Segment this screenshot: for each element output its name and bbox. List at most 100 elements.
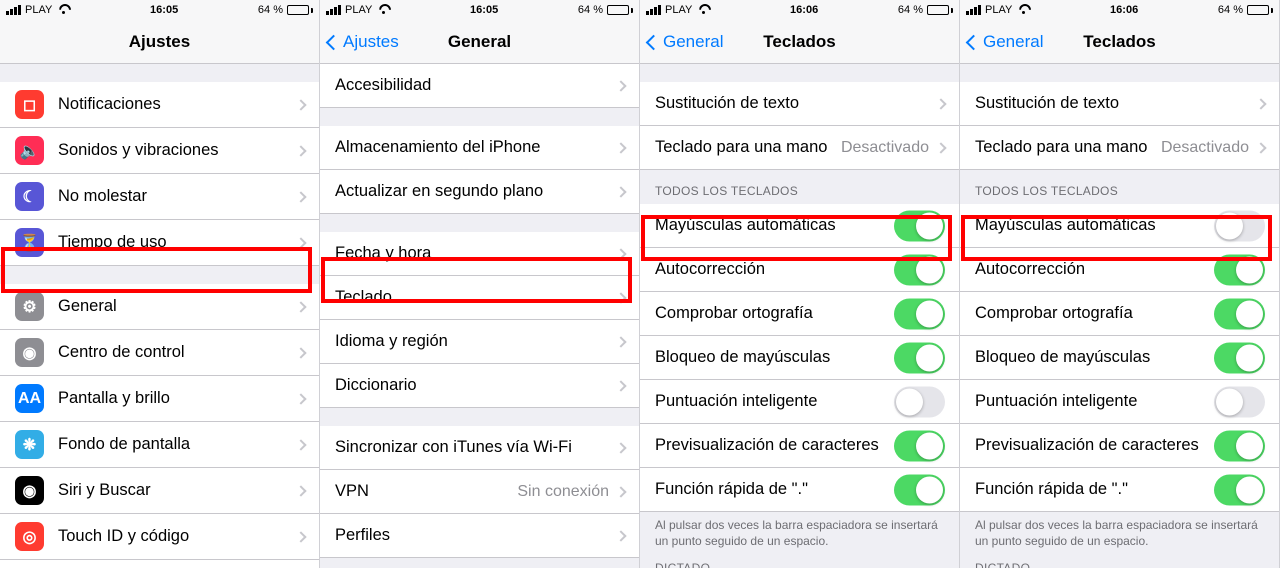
- row-background-refresh[interactable]: Actualizar en segundo plano: [320, 170, 639, 214]
- general-list[interactable]: Accesibilidad Almacenamiento del iPhone …: [320, 64, 639, 568]
- row-autocorrect[interactable]: Autocorrección: [960, 248, 1279, 292]
- row-wallpaper[interactable]: ❋Fondo de pantalla: [0, 422, 319, 468]
- toggle-capslock[interactable]: [1214, 342, 1265, 373]
- chevron-right-icon: [615, 336, 626, 347]
- toggle-preview[interactable]: [1214, 430, 1265, 461]
- chevron-right-icon: [935, 98, 946, 109]
- row-display[interactable]: AAPantalla y brillo: [0, 376, 319, 422]
- toggle-preview[interactable]: [894, 430, 945, 461]
- vpn-value: Sin conexión: [517, 483, 609, 501]
- toggle-capslock[interactable]: [894, 342, 945, 373]
- row-touchid[interactable]: ◎ Touch ID y código: [0, 514, 319, 560]
- chevron-right-icon: [615, 442, 626, 453]
- label: Bloqueo de mayúsculas: [975, 348, 1150, 367]
- back-button[interactable]: General: [648, 20, 723, 64]
- label: No molestar: [58, 187, 147, 206]
- row-capslock[interactable]: Bloqueo de mayúsculas: [640, 336, 959, 380]
- notifications-icon: ◻︎: [15, 90, 44, 119]
- row-preview[interactable]: Previsualización de caracteres: [960, 424, 1279, 468]
- chevron-right-icon: [295, 191, 306, 202]
- row-storage[interactable]: Almacenamiento del iPhone: [320, 126, 639, 170]
- fingerprint-icon: ◎: [15, 522, 44, 551]
- row-one-handed[interactable]: Teclado para una manoDesactivado: [640, 126, 959, 170]
- section-all-keyboards: TODOS LOS TECLADOS: [640, 170, 959, 204]
- toggle-spellcheck[interactable]: [894, 298, 945, 329]
- chevron-right-icon: [615, 530, 626, 541]
- chevron-right-icon: [615, 142, 626, 153]
- label: VPN: [335, 482, 369, 501]
- chevron-right-icon: [295, 485, 306, 496]
- chevron-right-icon: [295, 439, 306, 450]
- toggle-autocaps[interactable]: [894, 210, 945, 241]
- row-text-replacement[interactable]: Sustitución de texto: [960, 82, 1279, 126]
- toggle-autocorrect[interactable]: [1214, 254, 1265, 285]
- wallpaper-icon: ❋: [15, 430, 44, 459]
- row-dictionary[interactable]: Diccionario: [320, 364, 639, 408]
- pane-teclados-off: PLAY 16:06 64 % General Teclados Sustitu…: [960, 0, 1280, 568]
- settings-list[interactable]: ◻︎Notificaciones 🔈Sonidos y vibraciones …: [0, 64, 319, 568]
- row-smartpunct[interactable]: Puntuación inteligente: [640, 380, 959, 424]
- status-bar: PLAY 16:06 64 %: [640, 0, 959, 20]
- label: Comprobar ortografía: [975, 304, 1133, 323]
- row-spellcheck[interactable]: Comprobar ortografía: [640, 292, 959, 336]
- row-notifications[interactable]: ◻︎Notificaciones: [0, 82, 319, 128]
- keyboard-list[interactable]: Sustitución de texto Teclado para una ma…: [960, 64, 1279, 568]
- row-autocaps[interactable]: Mayúsculas automáticas: [960, 204, 1279, 248]
- toggle-spellcheck[interactable]: [1214, 298, 1265, 329]
- row-autocaps[interactable]: Mayúsculas automáticas: [640, 204, 959, 248]
- row-keyboard[interactable]: Teclado: [320, 276, 639, 320]
- row-smartpunct[interactable]: Puntuación inteligente: [960, 380, 1279, 424]
- row-autocorrect[interactable]: Autocorrección: [640, 248, 959, 292]
- row-vpn[interactable]: VPN Sin conexión: [320, 470, 639, 514]
- row-general[interactable]: ⚙︎General: [0, 284, 319, 330]
- row-itunes-wifi[interactable]: Sincronizar con iTunes vía Wi-Fi: [320, 426, 639, 470]
- row-sounds[interactable]: 🔈Sonidos y vibraciones: [0, 128, 319, 174]
- nav-bar: Ajustes: [0, 20, 319, 64]
- row-datetime[interactable]: Fecha y hora: [320, 232, 639, 276]
- one-handed-value: Desactivado: [1161, 139, 1249, 157]
- chevron-right-icon: [615, 486, 626, 497]
- chevron-right-icon: [615, 248, 626, 259]
- hourglass-icon: ⏳: [15, 228, 44, 257]
- chevron-right-icon: [295, 145, 306, 156]
- toggle-smartpunct[interactable]: [894, 386, 945, 417]
- toggle-shortcut[interactable]: [894, 474, 945, 505]
- row-capslock[interactable]: Bloqueo de mayúsculas: [960, 336, 1279, 380]
- row-spellcheck[interactable]: Comprobar ortografía: [960, 292, 1279, 336]
- back-button[interactable]: Ajustes: [328, 20, 399, 64]
- one-handed-value: Desactivado: [841, 139, 929, 157]
- label: Touch ID y código: [58, 527, 189, 546]
- toggle-autocaps[interactable]: [1214, 210, 1265, 241]
- label: Mayúsculas automáticas: [975, 216, 1156, 235]
- row-control-center[interactable]: ◉Centro de control: [0, 330, 319, 376]
- chevron-right-icon: [295, 347, 306, 358]
- row-dnd[interactable]: ☾No molestar: [0, 174, 319, 220]
- toggle-smartpunct[interactable]: [1214, 386, 1265, 417]
- label: Pantalla y brillo: [58, 389, 170, 408]
- keyboard-list[interactable]: Sustitución de texto Teclado para una ma…: [640, 64, 959, 568]
- toggle-shortcut[interactable]: [1214, 474, 1265, 505]
- row-shortcut[interactable]: Función rápida de ".": [640, 468, 959, 512]
- row-preview[interactable]: Previsualización de caracteres: [640, 424, 959, 468]
- row-sos[interactable]: SOSEmergencia SOS: [0, 560, 319, 568]
- label: Actualizar en segundo plano: [335, 182, 543, 201]
- chevron-left-icon: [326, 34, 342, 50]
- battery-icon: [1247, 5, 1273, 15]
- row-text-replacement[interactable]: Sustitución de texto: [640, 82, 959, 126]
- row-shortcut[interactable]: Función rápida de ".": [960, 468, 1279, 512]
- row-profiles[interactable]: Perfiles: [320, 514, 639, 558]
- row-screentime[interactable]: ⏳Tiempo de uso: [0, 220, 319, 266]
- back-button[interactable]: General: [968, 20, 1043, 64]
- label: Teclado: [335, 288, 392, 307]
- status-bar: PLAY 16:06 64 %: [960, 0, 1279, 20]
- battery-percent: 64 %: [258, 4, 283, 16]
- signal-icon: [6, 5, 21, 15]
- row-language[interactable]: Idioma y región: [320, 320, 639, 364]
- row-accessibility[interactable]: Accesibilidad: [320, 64, 639, 108]
- toggle-autocorrect[interactable]: [894, 254, 945, 285]
- nav-bar: Ajustes General: [320, 20, 639, 64]
- row-siri[interactable]: ◉Siri y Buscar: [0, 468, 319, 514]
- back-label: General: [983, 32, 1043, 52]
- row-one-handed[interactable]: Teclado para una manoDesactivado: [960, 126, 1279, 170]
- page-title: General: [448, 32, 511, 52]
